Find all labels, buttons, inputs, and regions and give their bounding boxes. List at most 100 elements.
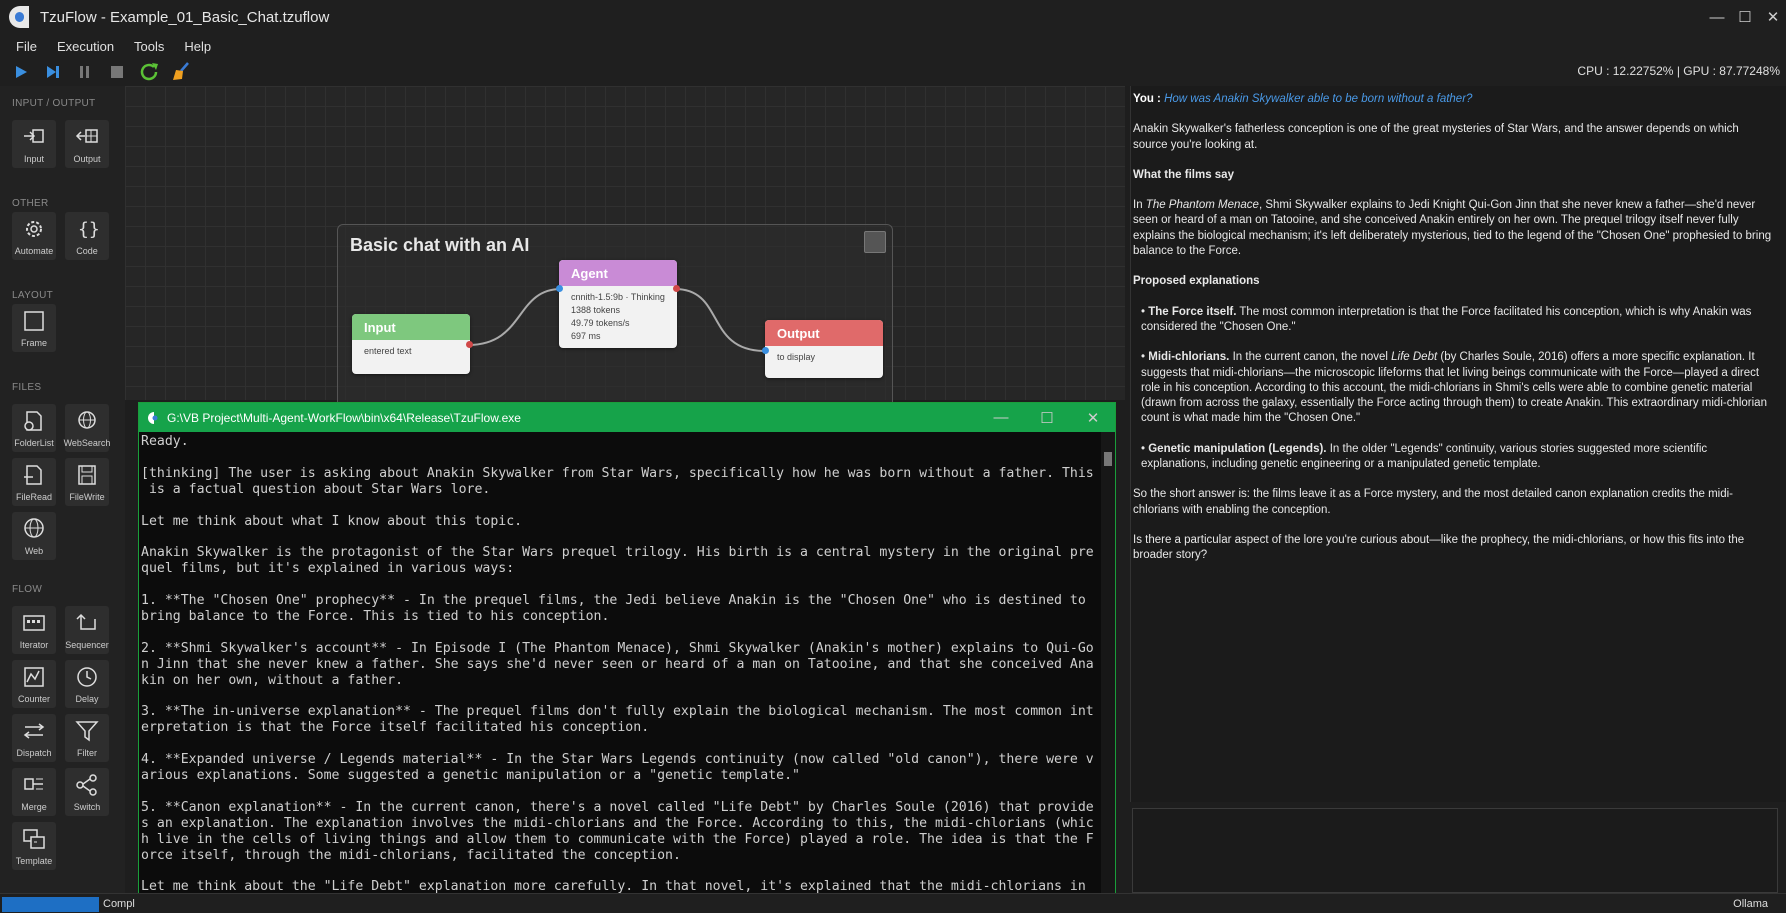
section-files: FILES bbox=[12, 382, 42, 393]
section-layout: LAYOUT bbox=[12, 290, 54, 301]
console-window[interactable]: G:\VB Project\Multi-Agent-WorkFlow\bin\x… bbox=[138, 402, 1116, 913]
console-line: kin on her own, without a father. bbox=[141, 672, 404, 688]
console-line: 5. **Canon explanation** - In the curren… bbox=[141, 799, 1094, 815]
console-line: quel films, but it's explained in variou… bbox=[141, 561, 515, 577]
palette-input-button[interactable]: Input bbox=[12, 120, 56, 168]
palette-code-button[interactable]: {} Code bbox=[65, 212, 109, 260]
file-read-icon bbox=[24, 465, 42, 485]
filter-icon bbox=[75, 721, 99, 742]
chat-input[interactable] bbox=[1132, 808, 1778, 893]
template-icon bbox=[23, 829, 45, 849]
palette-frame-button[interactable]: Frame bbox=[12, 304, 56, 352]
palette-folderlist-button[interactable]: FolderList bbox=[12, 404, 56, 452]
agent-rate: 49.79 tokens/s bbox=[571, 318, 630, 328]
palette-label: WebSearch bbox=[63, 438, 111, 448]
agent-out-port[interactable] bbox=[673, 285, 680, 292]
console-line: s an explanation. The explanation involv… bbox=[141, 815, 1094, 831]
agent-in-port[interactable] bbox=[556, 285, 563, 292]
output-in-port[interactable] bbox=[762, 347, 769, 354]
step-icon[interactable] bbox=[42, 61, 64, 83]
menu-help[interactable]: Help bbox=[184, 39, 211, 54]
web-search-icon bbox=[78, 411, 96, 429]
progress-fill bbox=[2, 897, 99, 912]
console-scrollbar[interactable] bbox=[1101, 432, 1115, 912]
palette-delay-button[interactable]: Delay bbox=[65, 660, 109, 708]
palette-counter-button[interactable]: Counter bbox=[12, 660, 56, 708]
palette-switch-button[interactable]: Switch bbox=[65, 768, 109, 816]
window-title: TzuFlow - Example_01_Basic_Chat.tzuflow bbox=[40, 8, 330, 26]
svg-text:{}: {} bbox=[78, 219, 99, 240]
palette-label: Template bbox=[15, 856, 53, 866]
palette-filter-button[interactable]: Filter bbox=[65, 714, 109, 762]
palette-web-button[interactable]: Web bbox=[12, 512, 56, 560]
refresh-icon[interactable] bbox=[138, 61, 160, 83]
console-minimize-button[interactable]: — bbox=[979, 403, 1023, 432]
broom-icon[interactable] bbox=[170, 61, 192, 83]
scroll-thumb[interactable] bbox=[1104, 452, 1112, 466]
answer-closing: Is there a particular aspect of the lore… bbox=[1133, 533, 1745, 562]
bullet-title: Midi-chlorians. bbox=[1148, 351, 1230, 364]
provider-label: Ollama bbox=[1733, 898, 1768, 910]
palette-merge-button[interactable]: Merge bbox=[12, 768, 56, 816]
pause-icon[interactable] bbox=[74, 61, 96, 83]
console-close-button[interactable]: ✕ bbox=[1071, 403, 1115, 432]
answer-films: In The Phantom Menace, Shmi Skywalker ex… bbox=[1133, 198, 1773, 259]
menu-tools[interactable]: Tools bbox=[134, 39, 164, 54]
palette-output-button[interactable]: Output bbox=[65, 120, 109, 168]
input-node[interactable]: Input entered text bbox=[352, 314, 470, 374]
menu-file[interactable]: File bbox=[16, 39, 37, 54]
palette-iterator-button[interactable]: Iterator bbox=[12, 606, 56, 654]
output-node[interactable]: Output to display bbox=[765, 320, 883, 378]
palette-filewrite-button[interactable]: FileWrite bbox=[65, 458, 109, 506]
stop-icon[interactable] bbox=[106, 61, 128, 83]
palette-fileread-button[interactable]: FileRead bbox=[12, 458, 56, 506]
palette-template-button[interactable]: Template bbox=[12, 822, 56, 870]
palette-label: Automate bbox=[14, 246, 54, 256]
console-line: arious explanations. Some suggested a ge… bbox=[141, 768, 800, 784]
close-button[interactable]: ✕ bbox=[1760, 0, 1786, 34]
palette-dispatch-button[interactable]: Dispatch bbox=[12, 714, 56, 762]
agent-model: cnnith-1.5:9b · Thinking bbox=[571, 292, 665, 302]
play-icon[interactable] bbox=[10, 61, 32, 83]
menu-execution[interactable]: Execution bbox=[57, 39, 114, 54]
toolbar: CPU : 12.22752% | GPU : 87.77248% bbox=[0, 58, 1786, 86]
palette-sequencer-button[interactable]: Sequencer bbox=[65, 606, 109, 654]
counter-icon bbox=[24, 667, 44, 687]
answer-heading-films: What the films say bbox=[1133, 168, 1234, 181]
console-line: Ready. bbox=[141, 434, 189, 449]
console-maximize-button[interactable]: ☐ bbox=[1025, 403, 1069, 432]
chat-transcript: You : How was Anakin Skywalker able to b… bbox=[1133, 92, 1773, 579]
palette-automate-button[interactable]: Automate bbox=[12, 212, 56, 260]
palette-label: Frame bbox=[20, 338, 47, 348]
palette-label: Delay bbox=[75, 694, 99, 704]
node-title: Output bbox=[765, 320, 883, 346]
maximize-button[interactable]: ☐ bbox=[1732, 0, 1758, 34]
console-line: [thinking] The user is asking about Anak… bbox=[141, 465, 1094, 481]
node-title: Input bbox=[352, 314, 470, 340]
input-out-port[interactable] bbox=[466, 341, 473, 348]
title-bar: TzuFlow - Example_01_Basic_Chat.tzuflow … bbox=[0, 0, 1786, 34]
minimize-button[interactable]: — bbox=[1704, 0, 1730, 34]
palette-label: Merge bbox=[21, 802, 47, 812]
user-message: You : How was Anakin Skywalker able to b… bbox=[1133, 92, 1773, 107]
palette-label: FileWrite bbox=[69, 492, 105, 502]
output-icon bbox=[75, 129, 98, 143]
node-palette: INPUT / OUTPUT Input Output OTHER Automa… bbox=[0, 86, 125, 893]
answer-intro: Anakin Skywalker's fatherless conception… bbox=[1133, 123, 1739, 151]
bullet-genetic: • Genetic manipulation (Legends). In the… bbox=[1141, 442, 1708, 471]
palette-label: Sequencer bbox=[65, 640, 109, 650]
chat-scrollbar[interactable] bbox=[1780, 86, 1786, 802]
agent-node[interactable]: Agent cnnith-1.5:9b · Thinking 1388 toke… bbox=[559, 260, 677, 348]
palette-websearch-button[interactable]: WebSearch bbox=[64, 404, 110, 452]
flow-canvas[interactable]: Basic chat with an AI Input entered text… bbox=[125, 86, 1125, 414]
app-logo-icon bbox=[6, 4, 32, 30]
braces-icon: {} bbox=[78, 219, 99, 240]
app-window: TzuFlow - Example_01_Basic_Chat.tzuflow … bbox=[0, 0, 1786, 913]
console-output: Ready. [thinking] The user is asking abo… bbox=[141, 434, 1103, 913]
folder-list-icon bbox=[24, 411, 42, 431]
node-title: Agent bbox=[559, 260, 677, 286]
node-body: cnnith-1.5:9b · Thinking 1388 tokens 49.… bbox=[559, 286, 677, 348]
